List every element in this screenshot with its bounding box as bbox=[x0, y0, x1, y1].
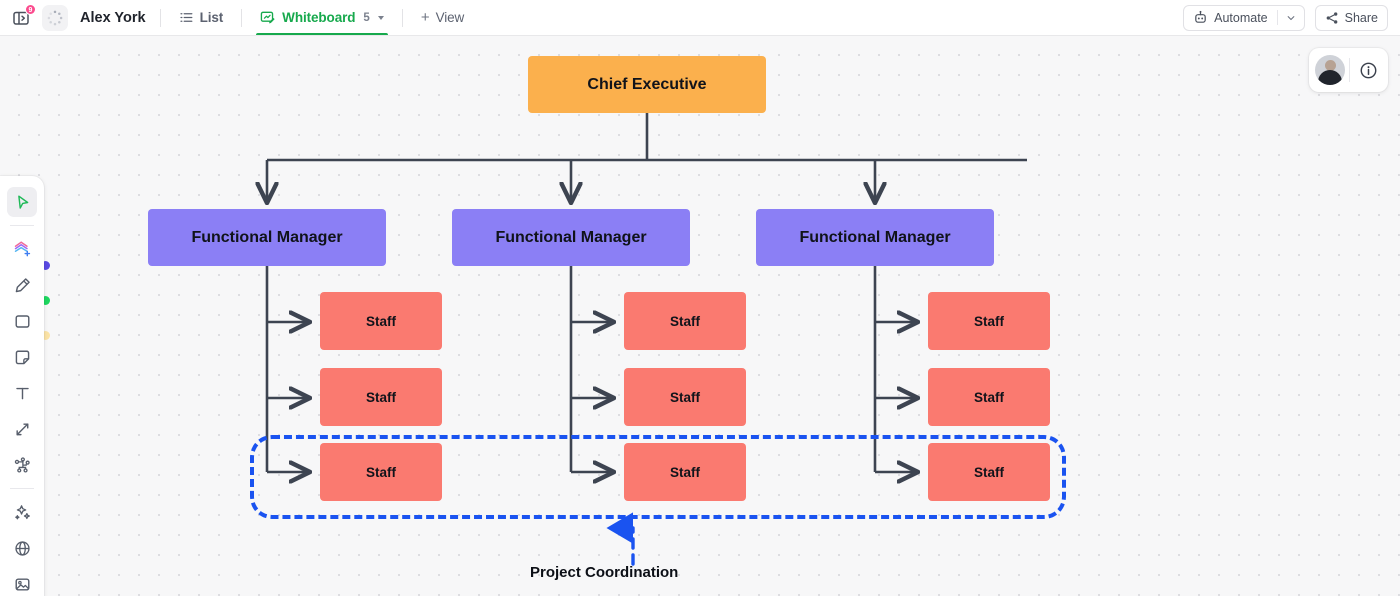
whiteboard-icon bbox=[260, 11, 275, 23]
loading-spinner-icon bbox=[47, 10, 63, 25]
cursor-icon bbox=[17, 195, 28, 209]
magic-wand-icon bbox=[14, 504, 30, 519]
magic-tool[interactable] bbox=[7, 497, 37, 527]
node-label: Staff bbox=[974, 313, 1004, 329]
rectangle-tool[interactable] bbox=[7, 306, 37, 336]
node-staff-6[interactable]: Staff bbox=[624, 443, 746, 501]
node-functional-manager-1[interactable]: Functional Manager bbox=[148, 209, 386, 266]
node-label: Staff bbox=[366, 464, 396, 480]
tab-list-label: List bbox=[199, 10, 224, 25]
robot-icon bbox=[1195, 10, 1206, 23]
node-chief-executive[interactable]: Chief Executive bbox=[528, 56, 766, 113]
node-label: Staff bbox=[670, 464, 700, 480]
chevron-down-icon bbox=[1287, 15, 1295, 20]
panel-toggle-button[interactable]: 9 bbox=[8, 3, 36, 31]
automate-label: Automate bbox=[1214, 10, 1268, 25]
mindmap-tool[interactable] bbox=[7, 450, 37, 480]
node-functional-manager-2[interactable]: Functional Manager bbox=[452, 209, 690, 266]
share-main[interactable]: Share bbox=[1316, 6, 1387, 30]
info-button[interactable] bbox=[1354, 56, 1382, 84]
org-chart: Chief Executive Functional Manager Funct… bbox=[0, 36, 1400, 596]
node-staff-9[interactable]: Staff bbox=[928, 443, 1050, 501]
node-staff-1[interactable]: Staff bbox=[320, 292, 442, 350]
node-label: Functional Manager bbox=[495, 228, 647, 246]
notification-badge: 9 bbox=[25, 3, 36, 15]
sticky-note-icon bbox=[15, 350, 29, 364]
node-label: Staff bbox=[670, 313, 700, 329]
share-label: Share bbox=[1344, 10, 1378, 25]
node-staff-8[interactable]: Staff bbox=[928, 368, 1050, 426]
node-label: Functional Manager bbox=[799, 228, 951, 246]
tab-whiteboard-label: Whiteboard bbox=[282, 10, 356, 25]
rectangle-icon bbox=[15, 314, 29, 328]
space-name[interactable]: Alex York bbox=[80, 10, 146, 26]
top-bar-left: 9 Alex York List Whiteboard 5 + View bbox=[0, 0, 468, 36]
tab-list[interactable]: List bbox=[175, 0, 228, 35]
shapes-tool[interactable] bbox=[7, 234, 37, 264]
pen-tool[interactable] bbox=[7, 270, 37, 300]
tab-whiteboard-count: 5 bbox=[363, 11, 370, 24]
node-staff-2[interactable]: Staff bbox=[320, 368, 442, 426]
node-staff-7[interactable]: Staff bbox=[928, 292, 1050, 350]
node-label: Staff bbox=[670, 389, 700, 405]
text-t-icon bbox=[15, 387, 29, 399]
top-bar: 9 Alex York List Whiteboard 5 + View Aut… bbox=[0, 0, 1400, 36]
top-bar-right: Automate Share bbox=[1183, 0, 1400, 36]
tab-active-underline bbox=[256, 32, 388, 35]
add-view-label: View bbox=[435, 10, 465, 25]
tab-whiteboard[interactable]: Whiteboard 5 bbox=[256, 0, 388, 35]
avatar-body bbox=[1318, 70, 1342, 85]
image-tool[interactable] bbox=[7, 569, 37, 596]
node-label: Staff bbox=[366, 313, 396, 329]
divider bbox=[241, 8, 243, 27]
sticky-note-tool[interactable] bbox=[7, 342, 37, 372]
automate-button[interactable]: Automate bbox=[1183, 4, 1305, 31]
chevron-down-icon[interactable] bbox=[377, 15, 384, 20]
whiteboard-app: 9 Alex York List Whiteboard 5 + View Aut… bbox=[0, 0, 1400, 596]
node-functional-manager-3[interactable]: Functional Manager bbox=[756, 209, 994, 266]
whiteboard-toolbar bbox=[0, 176, 44, 596]
divider bbox=[401, 8, 403, 27]
globe-icon bbox=[14, 540, 30, 556]
whiteboard-canvas[interactable]: Chief Executive Functional Manager Funct… bbox=[0, 36, 1400, 596]
node-staff-5[interactable]: Staff bbox=[624, 368, 746, 426]
loading-spinner-button[interactable] bbox=[42, 4, 68, 31]
connector-arrow-icon bbox=[15, 422, 28, 435]
shapes-plus-icon bbox=[14, 241, 31, 257]
project-coordination-label[interactable]: Project Coordination bbox=[530, 564, 678, 581]
presence-card bbox=[1309, 48, 1388, 92]
image-icon bbox=[15, 577, 29, 591]
automate-main[interactable]: Automate bbox=[1184, 6, 1277, 30]
node-label: Chief Executive bbox=[587, 75, 707, 93]
connector-tool[interactable] bbox=[7, 414, 37, 444]
text-tool[interactable] bbox=[7, 378, 37, 408]
node-staff-3[interactable]: Staff bbox=[320, 443, 442, 501]
pen-icon bbox=[15, 277, 30, 292]
divider bbox=[159, 8, 161, 27]
plus-icon: + bbox=[420, 9, 430, 26]
share-icon bbox=[1326, 11, 1337, 24]
node-label: Staff bbox=[366, 389, 396, 405]
divider bbox=[1349, 58, 1350, 82]
node-label: Staff bbox=[974, 389, 1004, 405]
node-label: Functional Manager bbox=[191, 228, 343, 246]
toolbar-divider bbox=[10, 225, 34, 226]
add-view-button[interactable]: + View bbox=[417, 0, 468, 35]
automate-dropdown[interactable] bbox=[1278, 13, 1304, 23]
list-icon bbox=[179, 13, 192, 22]
node-label: Staff bbox=[974, 464, 1004, 480]
node-staff-4[interactable]: Staff bbox=[624, 292, 746, 350]
info-icon bbox=[1360, 62, 1376, 78]
avatar[interactable] bbox=[1315, 55, 1345, 85]
toolbar-divider bbox=[10, 488, 34, 489]
share-button[interactable]: Share bbox=[1314, 4, 1388, 31]
panel-toggle-icon: 9 bbox=[11, 3, 36, 28]
embed-tool[interactable] bbox=[7, 533, 37, 563]
mindmap-icon bbox=[14, 456, 30, 473]
select-tool[interactable] bbox=[7, 187, 37, 217]
